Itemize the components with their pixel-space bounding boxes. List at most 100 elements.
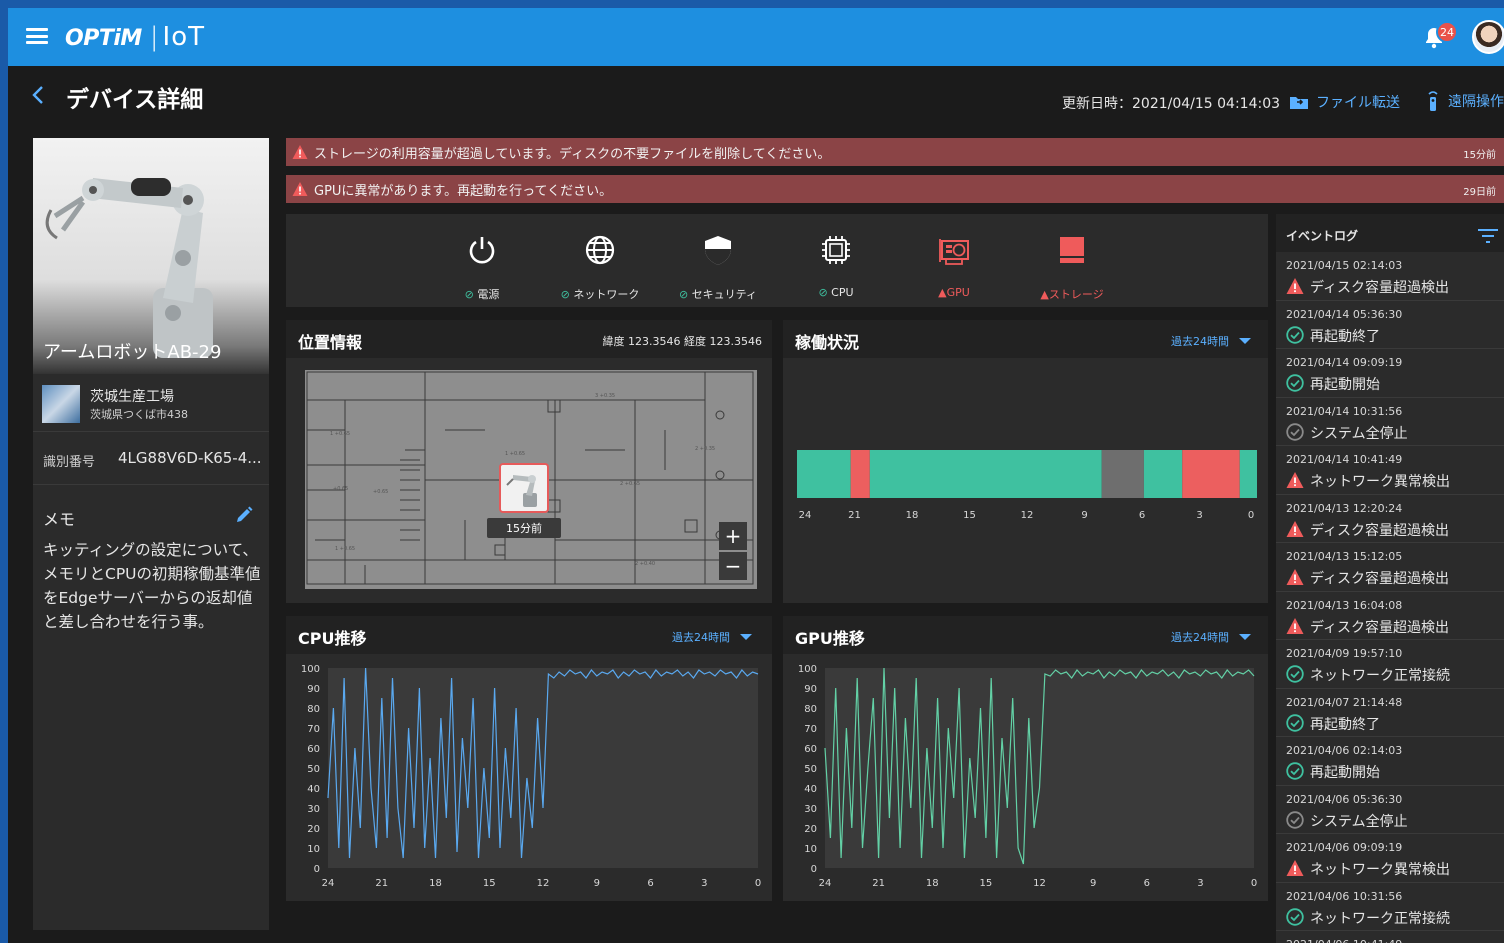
check-icon: ⊘ — [678, 288, 692, 301]
event-log-item[interactable]: 2021/04/13 15:12:05 ディスク容量超過検出 — [1276, 543, 1504, 592]
event-log-item[interactable]: 2021/04/15 02:14:03 ディスク容量超過検出 — [1276, 252, 1504, 301]
status-panel: ⊘ 電源 ⊘ ネットワーク ⊘ セキュリティ ⊘ CPU ▲GPU ▲ストレージ — [286, 214, 1268, 307]
device-name: アームロボットAB-29 — [43, 342, 222, 363]
x-tick-label: 12 — [1033, 878, 1046, 889]
event-log-item[interactable]: 2021/04/06 05:36:30 システム全停止 — [1276, 786, 1504, 834]
check-icon: ⊘ — [464, 288, 478, 301]
alert-message: ストレージの利用容量が超過しています。ディスクの不要ファイルを削除してください。 — [314, 146, 831, 162]
location-panel: 位置情報 緯度 123.3546 経度 123.3546 3 +0.35 1 +0… — [286, 320, 772, 603]
event-log-item[interactable]: 2021/04/07 21:14:48 再起動終了 — [1276, 689, 1504, 737]
timeline-segment-stopped — [1101, 450, 1144, 498]
event-log-item[interactable]: 2021/04/06 10:41:49 — [1276, 931, 1504, 943]
x-tick-label: 0 — [755, 878, 761, 889]
alert-gpu[interactable]: GPUに異常があります。再起動を行ってください。 29日前 — [286, 175, 1504, 203]
site-info[interactable]: 茨城生産工場 茨城県つくば市438 — [33, 374, 269, 432]
status-label: ⊘ CPU — [818, 286, 854, 299]
device-id-value: 4LG88V6D-K65-4... — [118, 449, 262, 467]
cpu-range-select[interactable]: 過去24時間 — [672, 629, 752, 645]
y-tick-label: 80 — [804, 704, 817, 715]
check-circle-icon — [1286, 762, 1304, 780]
gpu-icon — [939, 239, 969, 265]
alert-storage[interactable]: ストレージの利用容量が超過しています。ディスクの不要ファイルを削除してください。… — [286, 138, 1504, 166]
device-card: アームロボットAB-29 茨城生産工場 茨城県つくば市438 識別番号 4LG8… — [33, 138, 269, 930]
status-power[interactable]: ⊘ 電源 — [427, 214, 537, 307]
y-tick-label: 50 — [804, 764, 817, 775]
status-label: ▲GPU — [938, 286, 970, 299]
x-tick-label: 0 — [1251, 878, 1257, 889]
page-title: デバイス詳細 — [66, 87, 204, 113]
caret-down-icon — [740, 634, 752, 640]
event-log-item[interactable]: 2021/04/06 09:09:19 ネットワーク異常検出 — [1276, 834, 1504, 883]
event-log-item[interactable]: 2021/04/06 02:14:03 再起動開始 — [1276, 737, 1504, 786]
check-icon: ⊘ — [560, 288, 574, 301]
event-log-panel: イベントログ 2021/04/15 02:14:03 ディスク容量超過検出 2021… — [1276, 214, 1504, 943]
status-gpu[interactable]: ▲GPU — [899, 214, 1009, 307]
event-log-item[interactable]: 2021/04/14 10:31:56 システム全停止 — [1276, 398, 1504, 446]
file-transfer-button[interactable]: ファイル転送 — [1290, 92, 1400, 112]
event-log-item[interactable]: 2021/04/14 10:41:49 ネットワーク異常検出 — [1276, 446, 1504, 495]
pencil-icon[interactable] — [235, 506, 253, 524]
zoom-in-button[interactable]: + — [719, 522, 747, 550]
x-tick-label: 18 — [429, 878, 442, 889]
y-tick-label: 60 — [804, 744, 817, 755]
shield-icon — [705, 236, 731, 265]
timeline-tick-label: 21 — [848, 510, 861, 521]
power-icon — [469, 237, 495, 264]
x-tick-label: 24 — [819, 878, 832, 889]
event-log-item[interactable]: 2021/04/13 12:20:24 ディスク容量超過検出 — [1276, 495, 1504, 543]
event-log-item[interactable]: 2021/04/14 05:36:30 再起動終了 — [1276, 301, 1504, 349]
logo: OPTiM | IoT — [65, 22, 205, 52]
device-image: アームロボットAB-29 — [33, 138, 269, 374]
timeline-tick-label: 3 — [1196, 510, 1202, 521]
location-title: 位置情報 — [298, 333, 363, 352]
event-log-item[interactable]: 2021/04/09 19:57:10 ネットワーク正常接続 — [1276, 640, 1504, 689]
event-time: 2021/04/06 10:31:56 — [1286, 889, 1403, 903]
x-tick-label: 3 — [701, 878, 707, 889]
floor-map[interactable]: 3 +0.35 1 +0.65 1 +0.65 2 +0.35 2 +0.65 1 +0… — [305, 370, 757, 589]
event-time: 2021/04/06 09:09:19 — [1286, 841, 1403, 854]
robot-arm-icon — [506, 475, 537, 507]
status-storage[interactable]: ▲ストレージ — [1017, 214, 1127, 307]
remote-operation-label: 遠隔操作 — [1448, 94, 1504, 110]
check-circle-icon — [1286, 907, 1304, 926]
zoom-out-button[interactable]: − — [719, 552, 747, 580]
operation-panel-header: 稼働状況 過去24時間 — [783, 320, 1268, 358]
warning-icon — [1286, 277, 1304, 295]
check-circle-icon — [1286, 713, 1304, 732]
event-text: ディスク容量超過検出 — [1310, 280, 1450, 296]
gpu-range-select[interactable]: 過去24時間 — [1171, 629, 1251, 645]
event-time: 2021/04/15 02:14:03 — [1286, 259, 1403, 272]
event-text: ディスク容量超過検出 — [1310, 571, 1450, 587]
timeline-tick-label: 12 — [1021, 510, 1034, 521]
device-location-marker[interactable] — [499, 463, 549, 513]
filter-icon[interactable] — [1478, 229, 1498, 243]
app-frame: OPTiM | IoT 24 デバイス詳細 更新日時：2021/04/15 04… — [8, 8, 1504, 943]
y-tick-label: 40 — [804, 784, 817, 795]
warning-icon — [1286, 520, 1304, 538]
back-icon[interactable] — [30, 86, 48, 104]
status-security[interactable]: ⊘ セキュリティ — [663, 214, 773, 307]
site-thumbnail — [42, 385, 80, 423]
avatar[interactable] — [1472, 20, 1504, 54]
event-log-item[interactable]: 2021/04/14 09:09:19 再起動開始 — [1276, 349, 1504, 398]
remote-operation-button[interactable]: 遠隔操作 — [1426, 90, 1504, 112]
event-log-item[interactable]: 2021/04/13 16:04:08 ディスク容量超過検出 — [1276, 592, 1504, 640]
status-cpu[interactable]: ⊘ CPU — [781, 214, 891, 307]
svg-text:2 +0.35: 2 +0.35 — [695, 446, 715, 452]
operation-range-select[interactable]: 過去24時間 — [1171, 333, 1251, 349]
cpu-chart-panel: CPU推移 過去24時間 100 90 80 70 60 50 40 30 20 10 0 24 21 1… — [286, 616, 772, 901]
gpu-chart-title: GPU推移 — [795, 629, 865, 648]
svg-text:1 +0.65: 1 +0.65 — [330, 431, 350, 437]
event-log-item[interactable]: 2021/04/06 10:31:56 ネットワーク正常接続 — [1276, 883, 1504, 931]
x-tick-label: 12 — [537, 878, 550, 889]
caret-down-icon — [1239, 338, 1251, 344]
y-tick-label: 30 — [307, 804, 320, 815]
event-text: ネットワーク異常検出 — [1310, 862, 1450, 878]
menu-icon[interactable] — [26, 28, 48, 44]
timeline-segment-error — [850, 450, 870, 498]
y-tick-label: 70 — [804, 724, 817, 735]
warning-icon — [1286, 617, 1304, 635]
y-tick-label: 90 — [804, 684, 817, 695]
y-tick-label: 100 — [798, 664, 817, 675]
status-network[interactable]: ⊘ ネットワーク — [545, 214, 655, 307]
